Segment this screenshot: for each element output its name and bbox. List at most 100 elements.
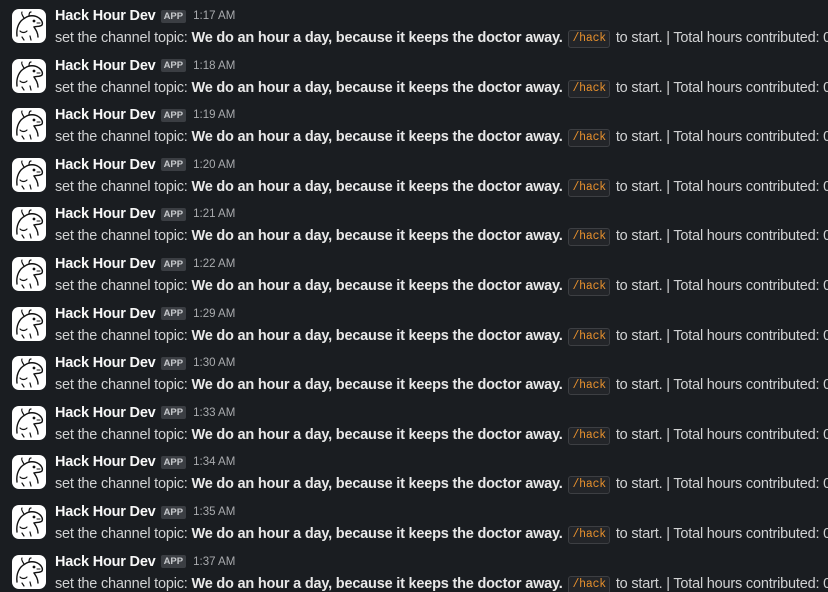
app-badge: APP <box>160 158 187 172</box>
topic-suffix: to start. | Total hours contributed: 0.0… <box>615 476 828 493</box>
bot-avatar[interactable] <box>12 306 46 341</box>
channel-topic: We do an hour a day, because it keeps th… <box>191 476 563 493</box>
message-body: set the channel topic: We do an hour a d… <box>55 126 828 148</box>
dinosaur-sketch-icon <box>16 160 44 190</box>
dinosaur-sketch-icon <box>16 507 44 537</box>
timestamp[interactable]: 1:29 AM <box>193 308 235 320</box>
bot-avatar[interactable] <box>12 9 46 43</box>
dinosaur-sketch-icon <box>16 60 44 91</box>
dinosaur-sketch-icon <box>16 457 44 487</box>
bot-avatar[interactable] <box>12 356 46 391</box>
slash-command: /hack <box>568 278 610 296</box>
slash-command: /hack <box>568 327 610 346</box>
message-action: set the channel topic: <box>55 327 188 344</box>
sender-name[interactable]: Hack Hour Dev <box>55 58 156 74</box>
sender-name[interactable]: Hack Hour Dev <box>55 8 156 24</box>
topic-suffix: to start. | Total hours contributed: 0.0… <box>615 178 828 195</box>
message: Hack Hour Dev APP 1:37 AM set the channe… <box>0 553 828 592</box>
app-badge: APP <box>160 9 187 23</box>
app-badge: APP <box>160 555 187 569</box>
timestamp[interactable]: 1:17 AM <box>193 10 235 22</box>
message-header: Hack Hour Dev APP 1:37 AM <box>55 553 235 571</box>
bot-avatar[interactable] <box>12 58 46 93</box>
slash-command: /hack <box>568 476 610 495</box>
message-body: set the channel topic: We do an hour a d… <box>55 77 828 99</box>
topic-suffix: to start. | Total hours contributed: 0.0… <box>615 79 828 96</box>
channel-topic: We do an hour a day, because it keeps th… <box>191 426 563 443</box>
message: Hack Hour Dev APP 1:34 AM set the channe… <box>0 453 828 502</box>
channel-topic: We do an hour a day, because it keeps th… <box>191 178 563 195</box>
dinosaur-sketch-icon <box>16 308 44 339</box>
sender-name[interactable]: Hack Hour Dev <box>55 157 156 173</box>
slash-command: /hack <box>568 30 610 48</box>
sender-name[interactable]: Hack Hour Dev <box>55 405 156 421</box>
timestamp[interactable]: 1:18 AM <box>193 60 235 72</box>
message-header: Hack Hour Dev APP 1:29 AM <box>55 305 235 323</box>
channel-feed: Hack Hour Dev APP 1:17 AM set the channe… <box>0 0 828 592</box>
sender-name[interactable]: Hack Hour Dev <box>55 355 156 371</box>
sender-name[interactable]: Hack Hour Dev <box>55 554 156 570</box>
message-action: set the channel topic: <box>55 426 188 443</box>
channel-topic: We do an hour a day, because it keeps th… <box>191 575 563 592</box>
timestamp[interactable]: 1:37 AM <box>193 556 235 568</box>
dinosaur-sketch-icon <box>16 209 44 239</box>
sender-name[interactable]: Hack Hour Dev <box>55 306 156 322</box>
channel-topic: We do an hour a day, because it keeps th… <box>191 526 563 542</box>
timestamp[interactable]: 1:34 AM <box>193 456 235 468</box>
topic-suffix: to start. | Total hours contributed: 0.0… <box>615 575 828 592</box>
dinosaur-sketch-icon <box>16 110 44 140</box>
bot-avatar[interactable] <box>12 505 46 539</box>
message-action: set the channel topic: <box>55 476 188 493</box>
message-action: set the channel topic: <box>55 228 188 245</box>
channel-topic: We do an hour a day, because it keeps th… <box>191 79 563 96</box>
message-header: Hack Hour Dev APP 1:22 AM <box>55 255 235 273</box>
bot-avatar[interactable] <box>12 207 46 242</box>
message: Hack Hour Dev APP 1:22 AM set the channe… <box>0 255 828 304</box>
dinosaur-sketch-icon <box>16 11 44 41</box>
sender-name[interactable]: Hack Hour Dev <box>55 504 156 520</box>
timestamp[interactable]: 1:33 AM <box>193 407 235 419</box>
topic-suffix: to start. | Total hours contributed: 0.0… <box>615 129 828 146</box>
message-header: Hack Hour Dev APP 1:18 AM <box>55 57 235 75</box>
message: Hack Hour Dev APP 1:33 AM set the channe… <box>0 404 828 453</box>
message-header: Hack Hour Dev APP 1:19 AM <box>55 106 235 124</box>
timestamp[interactable]: 1:19 AM <box>193 109 235 121</box>
channel-topic: We do an hour a day, because it keeps th… <box>191 377 563 394</box>
app-badge: APP <box>160 59 187 73</box>
dinosaur-sketch-icon <box>16 358 44 388</box>
timestamp[interactable]: 1:35 AM <box>193 506 235 518</box>
slash-command: /hack <box>568 129 610 148</box>
sender-name[interactable]: Hack Hour Dev <box>55 107 156 123</box>
app-badge: APP <box>160 356 187 370</box>
bot-avatar[interactable] <box>12 455 46 490</box>
message: Hack Hour Dev APP 1:18 AM set the channe… <box>0 57 828 106</box>
timestamp[interactable]: 1:20 AM <box>193 159 235 171</box>
bot-avatar[interactable] <box>12 257 46 291</box>
sender-name[interactable]: Hack Hour Dev <box>55 206 156 222</box>
app-badge: APP <box>160 108 187 122</box>
sender-name[interactable]: Hack Hour Dev <box>55 256 156 272</box>
bot-avatar[interactable] <box>12 554 46 589</box>
message-body: set the channel topic: We do an hour a d… <box>55 523 828 545</box>
timestamp[interactable]: 1:21 AM <box>193 208 235 220</box>
message-body: set the channel topic: We do an hour a d… <box>55 27 828 49</box>
message-header: Hack Hour Dev APP 1:33 AM <box>55 404 235 422</box>
slash-command: /hack <box>568 79 610 98</box>
bot-avatar[interactable] <box>12 157 46 192</box>
message: Hack Hour Dev APP 1:35 AM set the channe… <box>0 503 828 552</box>
topic-suffix: to start. | Total hours contributed: 0.0… <box>615 526 828 542</box>
message-body: set the channel topic: We do an hour a d… <box>55 176 828 198</box>
message-action: set the channel topic: <box>55 377 188 394</box>
dinosaur-sketch-icon <box>16 408 44 438</box>
bot-avatar[interactable] <box>12 108 46 143</box>
message-header: Hack Hour Dev APP 1:17 AM <box>55 7 235 25</box>
message-action: set the channel topic: <box>55 30 188 46</box>
message-header: Hack Hour Dev APP 1:30 AM <box>55 354 235 372</box>
message-body: set the channel topic: We do an hour a d… <box>55 325 828 347</box>
bot-avatar[interactable] <box>12 405 46 440</box>
timestamp[interactable]: 1:30 AM <box>193 357 235 369</box>
sender-name[interactable]: Hack Hour Dev <box>55 454 156 470</box>
timestamp[interactable]: 1:22 AM <box>193 258 235 270</box>
app-badge: APP <box>160 257 187 271</box>
message: Hack Hour Dev APP 1:29 AM set the channe… <box>0 305 828 354</box>
